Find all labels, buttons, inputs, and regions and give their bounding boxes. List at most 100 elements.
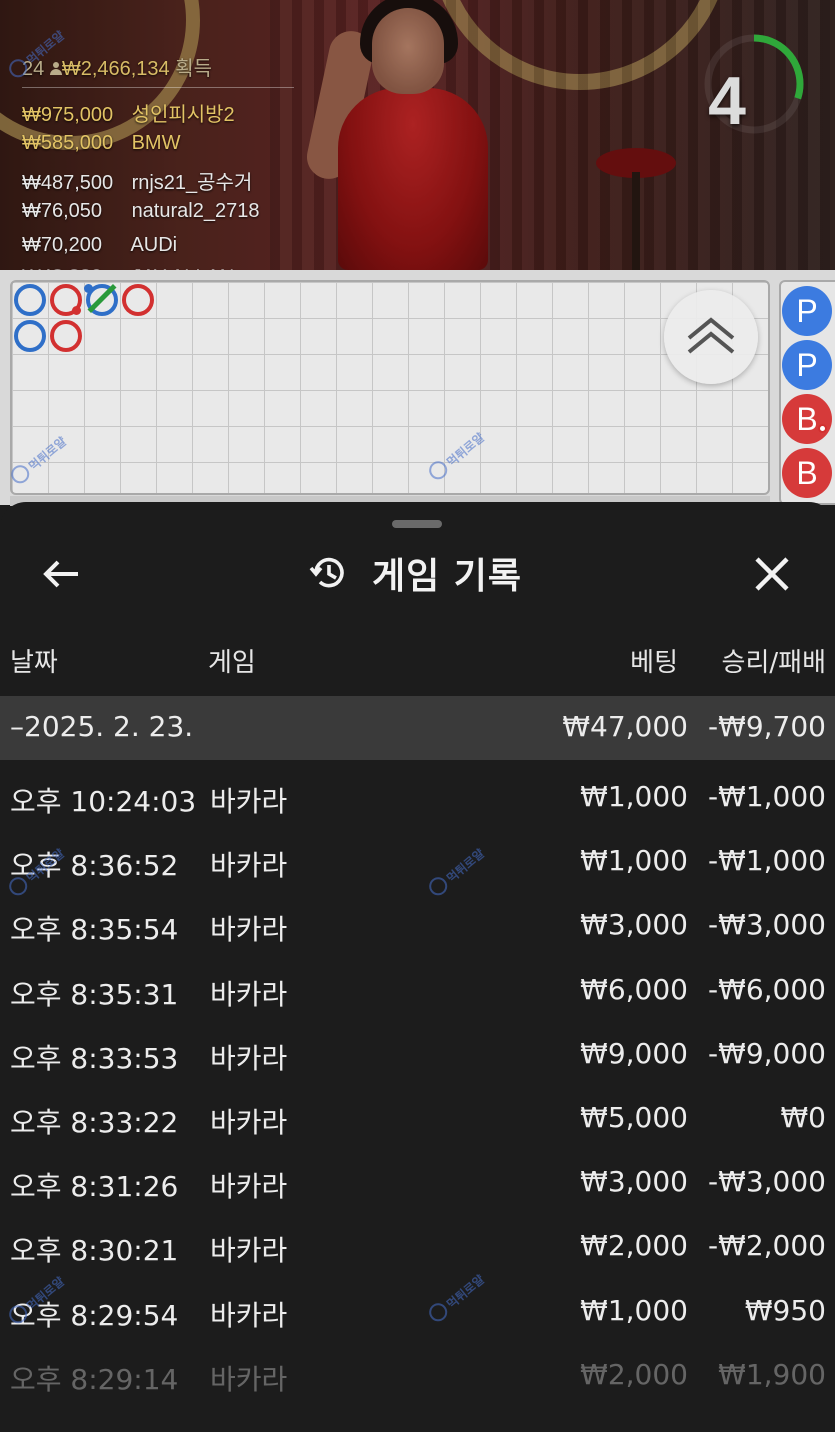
winner-row: ₩76,050 natural2_2718	[22, 200, 312, 224]
row-time: 오후 8:30:21	[10, 1234, 179, 1268]
row-game: 바카라	[210, 1298, 288, 1332]
history-row[interactable]: 오후 10:24:03 바카라 ₩1,000 -₩1,000	[0, 766, 835, 830]
history-icon	[309, 557, 344, 588]
row-game: 바카라	[210, 1041, 288, 1075]
winner-row: ₩70,200 AUDi	[22, 234, 312, 258]
history-row[interactable]: 오후 8:29:54 바카라 ₩1,000 ₩950	[0, 1280, 835, 1344]
row-time: 오후 8:29:14	[10, 1362, 179, 1396]
row-bet: ₩9,000	[580, 1036, 688, 1070]
row-time: 오후 8:31:26	[10, 1170, 179, 1204]
column-header-bet[interactable]: 베팅	[560, 642, 678, 679]
column-header-date[interactable]: 날짜	[10, 642, 58, 679]
bead-pair-dot	[818, 424, 827, 433]
winner-name: AUDi	[130, 234, 178, 256]
row-game: 바카라	[210, 913, 288, 947]
history-row[interactable]: 오후 8:33:53 바카라 ₩9,000 -₩9,000	[0, 1023, 835, 1087]
column-header-game[interactable]: 게임	[208, 642, 256, 679]
banker-ring	[50, 320, 82, 352]
row-result: ₩0	[780, 1101, 827, 1134]
close-button[interactable]	[748, 550, 796, 598]
column-header-result[interactable]: 승리/패배	[690, 642, 826, 679]
row-bet: ₩6,000	[580, 972, 688, 1006]
row-bet: ₩1,000	[580, 1293, 688, 1327]
row-result: ₩1,900	[718, 1357, 826, 1391]
row-time: 오후 8:35:54	[10, 913, 179, 947]
row-bet: ₩1,000	[580, 780, 688, 813]
winners-total: ₩2,466,134	[61, 58, 170, 80]
history-row[interactable]: 오후 8:31:26 바카라 ₩3,000 -₩3,000	[0, 1151, 835, 1215]
history-row[interactable]: 오후 8:30:21 바카라 ₩2,000 -₩2,000	[0, 1215, 835, 1279]
row-game: 바카라	[210, 1362, 288, 1396]
row-game: 바카라	[210, 785, 288, 818]
row-bet: ₩1,000	[580, 844, 688, 878]
sheet-drag-handle[interactable]	[392, 520, 442, 528]
winner-amount: ₩585,000	[22, 132, 114, 154]
row-bet: ₩2,000	[580, 1229, 688, 1263]
winner-name: 성인피시방2	[131, 104, 235, 126]
row-game: 바카라	[210, 977, 288, 1011]
group-total-result: -₩9,700	[708, 710, 826, 743]
row-result: ₩950	[744, 1293, 826, 1327]
expand-roadmap-button[interactable]	[664, 290, 758, 384]
banker-pair-dot	[72, 306, 81, 315]
row-time: 오후 8:33:22	[10, 1106, 179, 1139]
row-game: 바카라	[210, 1234, 288, 1268]
player-ring	[14, 284, 46, 316]
row-bet: ₩3,000	[580, 908, 688, 942]
bead-player: P	[782, 286, 832, 336]
player-pair-dot	[84, 284, 93, 293]
person-icon	[49, 62, 62, 76]
history-row[interactable]: 오후 8:29:14 바카라 ₩2,000 ₩1,900	[0, 1344, 835, 1408]
row-result: -₩2,000	[708, 1229, 826, 1263]
winner-name: natural2_2718	[131, 200, 260, 222]
row-game: 바카라	[210, 1170, 288, 1204]
winner-amount: ₩76,050	[22, 200, 103, 222]
row-bet: ₩3,000	[580, 1165, 688, 1199]
winner-row: ₩487,500 rnjs21_공수거	[22, 166, 312, 194]
bead-banker: B	[782, 448, 832, 498]
row-result: -₩9,000	[708, 1036, 826, 1070]
winner-amount: ₩487,500	[22, 172, 114, 194]
history-row[interactable]: 오후 8:36:52 바카라 ₩1,000 -₩1,000	[0, 830, 835, 894]
bead-player: P	[782, 340, 832, 390]
countdown-number: 4	[708, 63, 746, 139]
arrow-left-icon	[43, 560, 78, 588]
row-game: 바카라	[210, 849, 288, 883]
row-bet: ₩2,000	[580, 1357, 688, 1391]
row-game: 바카라	[210, 1106, 288, 1139]
row-result: -₩6,000	[708, 972, 826, 1006]
sheet-title: 게임 기록	[372, 556, 523, 597]
row-result: -₩1,000	[708, 844, 826, 878]
player-ring	[14, 320, 46, 352]
date-group-row[interactable]: –2025. 2. 23. ₩47,000 -₩9,700	[0, 696, 835, 760]
back-button[interactable]	[40, 552, 84, 596]
history-row[interactable]: 오후 8:35:31 바카라 ₩6,000 -₩6,000	[0, 959, 835, 1023]
banker-ring	[122, 284, 154, 316]
history-row[interactable]: 오후 8:35:54 바카라 ₩3,000 -₩3,000	[0, 894, 835, 958]
bead-banker: B	[782, 394, 832, 444]
winners-list: 24 ₩2,466,134 획득 ₩975,000 성인피시방2 ₩585,00…	[22, 52, 312, 276]
row-result: -₩1,000	[708, 780, 826, 813]
winner-amount: ₩975,000	[22, 104, 114, 126]
row-result: -₩3,000	[708, 908, 826, 942]
row-result: -₩3,000	[708, 1165, 826, 1199]
chevrons-up-icon	[687, 317, 735, 354]
winner-row: ₩585,000 BMW	[22, 132, 312, 156]
row-time: 오후 8:33:53	[10, 1041, 179, 1075]
row-bet: ₩5,000	[580, 1101, 688, 1134]
winner-name: rnjs21_공수거	[131, 172, 253, 194]
group-total-bet: ₩47,000	[562, 710, 688, 743]
sheet-title-group: 게임 기록	[308, 548, 522, 598]
big-road-grid	[10, 280, 770, 495]
winner-amount: ₩70,200	[22, 234, 103, 256]
winners-summary: 24 ₩2,466,134 획득	[22, 52, 294, 88]
row-time: 오후 8:35:31	[10, 977, 179, 1011]
sheet-header: 게임 기록	[0, 542, 835, 602]
row-time: 오후 10:24:03	[10, 785, 197, 818]
close-icon	[755, 557, 789, 591]
game-history-sheet: 게임 기록 날짜 게임 베팅 승리/패배 –2025. 2. 23. ₩47,0…	[0, 502, 835, 1432]
history-row[interactable]: 오후 8:33:22 바카라 ₩5,000 ₩0	[0, 1087, 835, 1151]
winner-row: ₩975,000 성인피시방2	[22, 98, 312, 126]
winners-label: 획득	[175, 58, 213, 80]
group-date: –2025. 2. 23.	[10, 710, 194, 743]
